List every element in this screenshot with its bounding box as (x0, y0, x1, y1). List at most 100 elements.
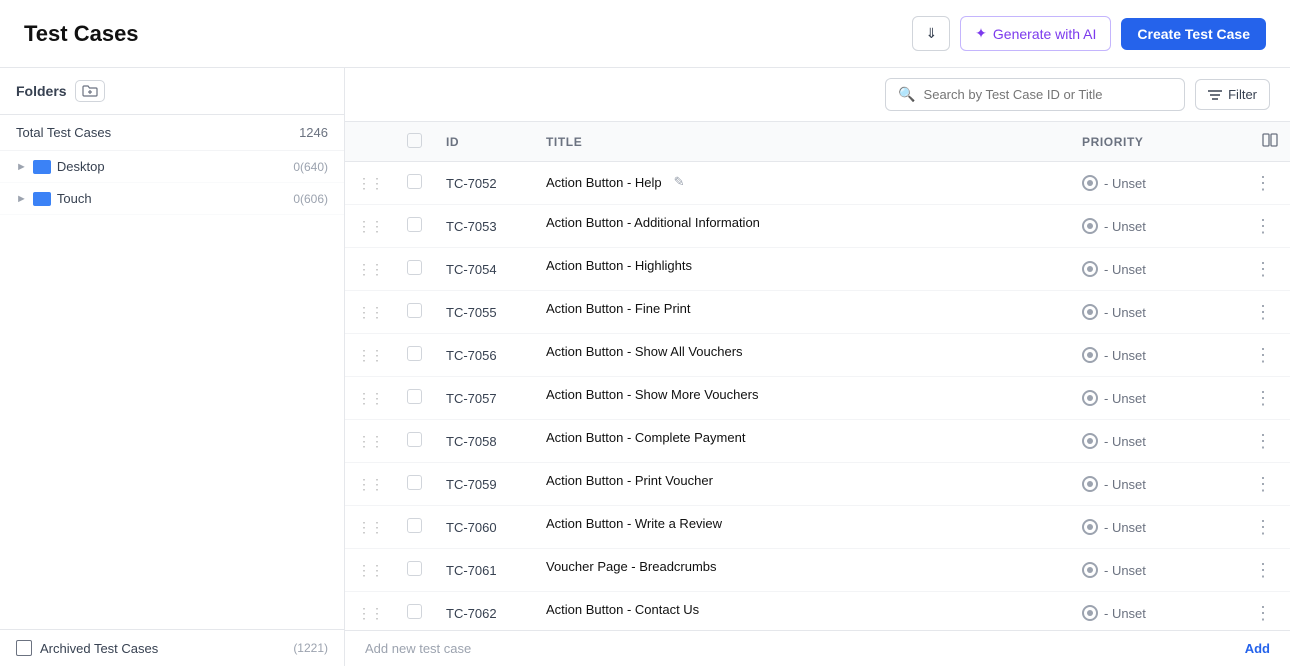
add-folder-button[interactable] (75, 80, 105, 102)
row-menu-button[interactable]: ⋮ (1248, 215, 1278, 237)
table-row: ⋮⋮ TC-7059 Action Button - Print Voucher… (345, 463, 1290, 506)
select-all-checkbox[interactable] (407, 133, 422, 148)
test-case-id: TC-7062 (434, 592, 534, 631)
col-actions-header (1230, 122, 1290, 162)
row-checkbox[interactable] (407, 518, 422, 533)
row-actions-cell: ⋮ (1230, 334, 1290, 377)
create-test-case-button[interactable]: Create Test Case (1121, 18, 1266, 50)
drag-handle[interactable]: ⋮⋮ (345, 205, 395, 248)
row-checkbox[interactable] (407, 346, 422, 361)
table-header-row: ID TITLE PRIORITY (345, 122, 1290, 162)
priority-text: - Unset (1104, 477, 1146, 492)
test-case-title: Action Button - Print Voucher (534, 463, 1070, 498)
priority-text: - Unset (1104, 391, 1146, 406)
drag-handle[interactable]: ⋮⋮ (345, 420, 395, 463)
priority-text: - Unset (1104, 262, 1146, 277)
sidebar-item-desktop[interactable]: ► Desktop 0(640) (0, 151, 344, 183)
total-test-cases-row: Total Test Cases 1246 (0, 115, 344, 151)
table-row: ⋮⋮ TC-7056 Action Button - Show All Vouc… (345, 334, 1290, 377)
row-menu-button[interactable]: ⋮ (1248, 258, 1278, 280)
row-checkbox[interactable] (407, 475, 422, 490)
priority-circle-icon (1082, 304, 1098, 320)
row-menu-button[interactable]: ⋮ (1248, 473, 1278, 495)
test-case-priority: - Unset (1070, 205, 1230, 248)
row-actions-cell: ⋮ (1230, 377, 1290, 420)
row-menu-button[interactable]: ⋮ (1248, 301, 1278, 323)
generate-ai-button[interactable]: ✦ Generate with AI (960, 16, 1111, 51)
row-menu-button[interactable]: ⋮ (1248, 516, 1278, 538)
priority-text: - Unset (1104, 305, 1146, 320)
app-container: Test Cases ⇓ ✦ Generate with AI Create T… (0, 0, 1290, 666)
drag-handle[interactable]: ⋮⋮ (345, 463, 395, 506)
test-case-id: TC-7061 (434, 549, 534, 592)
test-case-priority: - Unset (1070, 420, 1230, 463)
row-checkbox[interactable] (407, 389, 422, 404)
test-case-title: Action Button - Complete Payment (534, 420, 1070, 455)
test-case-id: TC-7059 (434, 463, 534, 506)
row-checkbox-cell (395, 334, 434, 377)
row-actions-cell: ⋮ (1230, 420, 1290, 463)
row-menu-button[interactable]: ⋮ (1248, 559, 1278, 581)
export-button[interactable]: ⇓ (912, 16, 950, 51)
row-checkbox[interactable] (407, 561, 422, 576)
add-test-case-button[interactable]: Add (1245, 641, 1270, 656)
drag-handle[interactable]: ⋮⋮ (345, 162, 395, 205)
test-case-title: Action Button - Fine Print (534, 291, 1070, 326)
table-row: ⋮⋮ TC-7055 Action Button - Fine Print - … (345, 291, 1290, 334)
folder-icon (33, 160, 51, 174)
table-area: 🔍 Filter (345, 68, 1290, 666)
priority-circle-icon (1082, 562, 1098, 578)
test-case-priority: - Unset (1070, 506, 1230, 549)
drag-handle[interactable]: ⋮⋮ (345, 248, 395, 291)
row-menu-button[interactable]: ⋮ (1248, 344, 1278, 366)
row-checkbox[interactable] (407, 174, 422, 189)
drag-handle[interactable]: ⋮⋮ (345, 291, 395, 334)
main-content: Folders Total Test Cases 1246 ► (0, 68, 1290, 666)
sidebar-item-touch[interactable]: ► Touch 0(606) (0, 183, 344, 215)
row-actions-cell: ⋮ (1230, 248, 1290, 291)
drag-handle[interactable]: ⋮⋮ (345, 592, 395, 631)
test-case-id: TC-7056 (434, 334, 534, 377)
row-checkbox[interactable] (407, 217, 422, 232)
row-checkbox[interactable] (407, 432, 422, 447)
chevron-right-icon: ► (16, 193, 27, 205)
drag-handle[interactable]: ⋮⋮ (345, 377, 395, 420)
test-case-title: Voucher Page - Breadcrumbs (534, 549, 1070, 584)
row-menu-button[interactable]: ⋮ (1248, 430, 1278, 452)
test-case-priority: - Unset (1070, 291, 1230, 334)
total-label: Total Test Cases (16, 125, 111, 140)
col-drag-header (345, 122, 395, 162)
priority-circle-icon (1082, 390, 1098, 406)
row-menu-button[interactable]: ⋮ (1248, 172, 1278, 194)
search-input[interactable] (924, 87, 1173, 102)
filter-button[interactable]: Filter (1195, 79, 1270, 110)
search-box: 🔍 (885, 78, 1185, 111)
row-checkbox-cell (395, 420, 434, 463)
drag-handle[interactable]: ⋮⋮ (345, 549, 395, 592)
folders-header: Folders (0, 68, 344, 115)
row-actions-cell: ⋮ (1230, 291, 1290, 334)
row-checkbox[interactable] (407, 260, 422, 275)
archive-count: (1221) (293, 641, 328, 655)
test-case-title: Action Button - Show More Vouchers (534, 377, 1070, 412)
page-title: Test Cases (24, 21, 139, 47)
row-menu-button[interactable]: ⋮ (1248, 602, 1278, 624)
columns-icon[interactable] (1262, 132, 1278, 148)
row-checkbox-cell (395, 506, 434, 549)
row-menu-button[interactable]: ⋮ (1248, 387, 1278, 409)
row-checkbox[interactable] (407, 303, 422, 318)
row-checkbox-cell (395, 592, 434, 631)
row-checkbox[interactable] (407, 604, 422, 619)
header: Test Cases ⇓ ✦ Generate with AI Create T… (0, 0, 1290, 68)
test-case-priority: - Unset (1070, 248, 1230, 291)
ai-sparkle-icon: ✦ (975, 25, 987, 42)
table-wrapper: ID TITLE PRIORITY (345, 122, 1290, 630)
test-case-title: Action Button - Show All Vouchers (534, 334, 1070, 369)
total-count: 1246 (299, 125, 328, 140)
drag-handle[interactable]: ⋮⋮ (345, 334, 395, 377)
row-actions-cell: ⋮ (1230, 205, 1290, 248)
test-case-priority: - Unset (1070, 592, 1230, 631)
table-row: ⋮⋮ TC-7053 Action Button - Additional In… (345, 205, 1290, 248)
drag-handle[interactable]: ⋮⋮ (345, 506, 395, 549)
edit-button[interactable]: ✎ (670, 172, 689, 192)
